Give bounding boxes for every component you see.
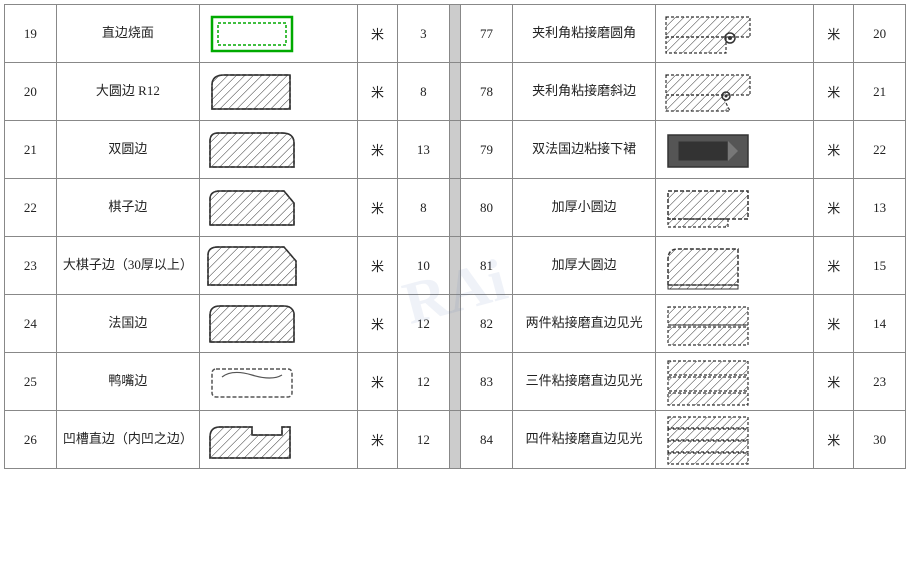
left-num: 19	[5, 5, 57, 63]
left-unit: 米	[357, 5, 397, 63]
price-table: 19 直边烧面 米 377 夹利角粘接磨圆角 米 2020 大圆边 R12 米	[4, 4, 906, 469]
left-num: 24	[5, 295, 57, 353]
right-img	[656, 295, 814, 353]
left-num: 26	[5, 411, 57, 469]
right-price: 23	[854, 353, 906, 411]
left-name: 棋子边	[56, 179, 199, 237]
left-img	[200, 5, 358, 63]
left-img	[200, 411, 358, 469]
left-price: 12	[398, 353, 450, 411]
left-name: 鸭嘴边	[56, 353, 199, 411]
right-name: 四件粘接磨直边见光	[512, 411, 655, 469]
table-row: 23 大棋子边（30厚以上） 米 1081 加厚大圆边 米 15	[5, 237, 906, 295]
right-num: 83	[461, 353, 513, 411]
right-num: 79	[461, 121, 513, 179]
left-unit: 米	[357, 121, 397, 179]
right-price: 15	[854, 237, 906, 295]
divider	[449, 63, 460, 121]
page: RAi 19 直边烧面 米 377 夹利角粘接磨圆角 米 2020 大圆边 R1…	[0, 0, 910, 583]
table-row: 20 大圆边 R12 米 878 夹利角粘接磨斜边 米 21	[5, 63, 906, 121]
right-unit: 米	[814, 179, 854, 237]
right-unit: 米	[814, 121, 854, 179]
left-name: 双圆边	[56, 121, 199, 179]
left-unit: 米	[357, 179, 397, 237]
right-unit: 米	[814, 353, 854, 411]
left-name: 凹槽直边（内凹之边）	[56, 411, 199, 469]
left-img	[200, 237, 358, 295]
divider	[449, 295, 460, 353]
left-price: 3	[398, 5, 450, 63]
left-name: 大棋子边（30厚以上）	[56, 237, 199, 295]
right-name: 三件粘接磨直边见光	[512, 353, 655, 411]
left-num: 22	[5, 179, 57, 237]
right-num: 77	[461, 5, 513, 63]
right-name: 夹利角粘接磨圆角	[512, 5, 655, 63]
right-img	[656, 5, 814, 63]
divider	[449, 121, 460, 179]
divider	[449, 353, 460, 411]
table-row: 22 棋子边 米 880 加厚小圆边 米 13	[5, 179, 906, 237]
left-num: 20	[5, 63, 57, 121]
right-unit: 米	[814, 63, 854, 121]
left-price: 10	[398, 237, 450, 295]
right-name: 双法国边粘接下裙	[512, 121, 655, 179]
left-unit: 米	[357, 237, 397, 295]
left-img	[200, 121, 358, 179]
table-row: 24 法国边 米 1282 两件粘接磨直边见光 米 14	[5, 295, 906, 353]
left-price: 12	[398, 411, 450, 469]
divider	[449, 179, 460, 237]
divider	[449, 237, 460, 295]
left-img	[200, 353, 358, 411]
right-img	[656, 63, 814, 121]
table-row: 26 凹槽直边（内凹之边） 米 1284 四件粘接磨直边见光 米 30	[5, 411, 906, 469]
left-price: 8	[398, 179, 450, 237]
left-price: 13	[398, 121, 450, 179]
right-img	[656, 179, 814, 237]
left-name: 法国边	[56, 295, 199, 353]
right-num: 82	[461, 295, 513, 353]
left-unit: 米	[357, 295, 397, 353]
table-row: 19 直边烧面 米 377 夹利角粘接磨圆角 米 20	[5, 5, 906, 63]
left-price: 8	[398, 63, 450, 121]
left-num: 21	[5, 121, 57, 179]
left-unit: 米	[357, 63, 397, 121]
left-num: 25	[5, 353, 57, 411]
left-img	[200, 179, 358, 237]
left-name: 直边烧面	[56, 5, 199, 63]
right-name: 夹利角粘接磨斜边	[512, 63, 655, 121]
right-price: 14	[854, 295, 906, 353]
right-price: 22	[854, 121, 906, 179]
right-name: 两件粘接磨直边见光	[512, 295, 655, 353]
divider	[449, 5, 460, 63]
left-unit: 米	[357, 353, 397, 411]
right-unit: 米	[814, 5, 854, 63]
right-num: 80	[461, 179, 513, 237]
right-img	[656, 411, 814, 469]
left-num: 23	[5, 237, 57, 295]
right-name: 加厚大圆边	[512, 237, 655, 295]
left-name: 大圆边 R12	[56, 63, 199, 121]
right-unit: 米	[814, 411, 854, 469]
left-unit: 米	[357, 411, 397, 469]
left-img	[200, 63, 358, 121]
right-price: 13	[854, 179, 906, 237]
right-price: 20	[854, 5, 906, 63]
right-price: 21	[854, 63, 906, 121]
right-num: 78	[461, 63, 513, 121]
left-img	[200, 295, 358, 353]
right-unit: 米	[814, 295, 854, 353]
divider	[449, 411, 460, 469]
right-price: 30	[854, 411, 906, 469]
right-img	[656, 353, 814, 411]
right-img	[656, 237, 814, 295]
right-num: 84	[461, 411, 513, 469]
table-row: 21 双圆边 米 1379 双法国边粘接下裙 米 22	[5, 121, 906, 179]
right-img	[656, 121, 814, 179]
right-unit: 米	[814, 237, 854, 295]
left-price: 12	[398, 295, 450, 353]
right-name: 加厚小圆边	[512, 179, 655, 237]
table-row: 25 鸭嘴边 米 1283 三件粘接磨直边见光 米 23	[5, 353, 906, 411]
right-num: 81	[461, 237, 513, 295]
